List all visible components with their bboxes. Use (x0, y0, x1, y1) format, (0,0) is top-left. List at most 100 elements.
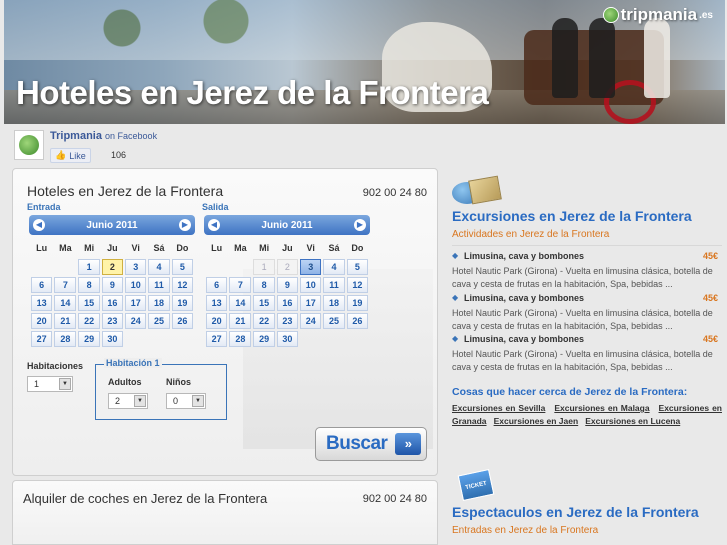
calendar-day[interactable]: 23 (276, 313, 299, 329)
calendar-day[interactable]: 2 (101, 259, 124, 275)
calendar-day[interactable]: 7 (54, 277, 77, 293)
calendar-day[interactable]: 9 (101, 277, 124, 293)
nearby-link[interactable]: Excursiones en Jaen (494, 416, 579, 426)
facebook-avatar[interactable] (14, 130, 44, 160)
calendar-day[interactable]: 1 (78, 259, 100, 275)
excursion-item[interactable]: Limusina, cava y bombones 45€ Hotel Naut… (452, 334, 722, 374)
calendar-day: 2 (276, 259, 299, 275)
excursion-name[interactable]: Limusina, cava y bombones (452, 293, 722, 303)
calendar-day[interactable]: 10 (300, 277, 322, 293)
calendar-day (54, 259, 76, 275)
excursion-item[interactable]: Limusina, cava y bombones 45€ Hotel Naut… (452, 251, 722, 291)
adults-label: Adultos (108, 377, 142, 387)
calendar-day[interactable]: 13 (31, 295, 53, 311)
calendar-header: ◀ Junio 2011 ▶ (29, 215, 195, 235)
calendar-day[interactable]: 15 (253, 295, 275, 311)
calendar-day[interactable]: 20 (206, 313, 228, 329)
calendar-day[interactable]: 22 (78, 313, 100, 329)
calendar-day[interactable]: 24 (125, 313, 147, 329)
nearby-link[interactable]: Excursiones en Sevilla (452, 403, 545, 413)
calendar-day[interactable]: 11 (148, 277, 170, 293)
calendar-day[interactable]: 17 (125, 295, 147, 311)
calendar-day[interactable]: 9 (276, 277, 299, 293)
dropdown-arrow-icon: ▼ (192, 395, 204, 407)
excursion-item[interactable]: Limusina, cava y bombones 45€ Hotel Naut… (452, 293, 722, 333)
calendar-day[interactable]: 26 (346, 313, 368, 329)
calendar-day[interactable]: 30 (276, 331, 299, 347)
calendar-day[interactable]: 15 (78, 295, 100, 311)
calendar-day[interactable]: 12 (171, 277, 193, 293)
weekday-header: Vi (306, 243, 315, 253)
calendar-day[interactable]: 14 (229, 295, 252, 311)
site-logo[interactable]: tripmania .es (602, 5, 713, 25)
calendar-day[interactable]: 29 (253, 331, 275, 347)
calendar-day[interactable]: 8 (253, 277, 275, 293)
calendar-header: ◀ Junio 2011 ▶ (204, 215, 370, 235)
calendar-day[interactable]: 25 (323, 313, 345, 329)
facebook-page-link[interactable]: Tripmania (50, 130, 102, 142)
like-count: 106 (111, 150, 127, 160)
calendar-day[interactable]: 22 (253, 313, 275, 329)
nearby-link[interactable]: Excursiones en Lucena (585, 416, 680, 426)
excursion-name[interactable]: Limusina, cava y bombones (452, 334, 722, 344)
calendar-day[interactable]: 19 (346, 295, 368, 311)
calendar-day[interactable]: 21 (54, 313, 77, 329)
calendar-day[interactable]: 5 (171, 259, 193, 275)
calendar-day[interactable]: 4 (148, 259, 170, 275)
shows-title[interactable]: Espectaculos en Jerez de la Frontera (452, 504, 699, 520)
calendar-day[interactable]: 17 (300, 295, 322, 311)
next-month-icon[interactable]: ▶ (354, 219, 366, 231)
calendar-day[interactable]: 28 (54, 331, 77, 347)
nearby-links: Excursiones en Sevilla Excursiones en Ma… (452, 402, 722, 428)
page-title: Hoteles en Jerez de la Frontera (16, 74, 489, 111)
weekday-header: Sá (153, 243, 165, 253)
calendar-day[interactable]: 12 (346, 277, 368, 293)
calendar-day[interactable]: 19 (171, 295, 193, 311)
excursions-title[interactable]: Excursiones en Jerez de la Frontera (452, 208, 692, 224)
calendar-day[interactable]: 3 (125, 259, 147, 275)
calendar-day[interactable]: 24 (300, 313, 322, 329)
children-select[interactable]: 0 ▼ (166, 393, 206, 409)
calendar-day[interactable]: 20 (31, 313, 53, 329)
adults-select[interactable]: 2 ▼ (108, 393, 148, 409)
excursion-description: Hotel Nautic Park (Girona) - Vuelta en l… (452, 308, 713, 331)
excursions-subtitle[interactable]: Actividades en Jerez de la Frontera (452, 229, 609, 240)
calendar-day[interactable]: 13 (206, 295, 228, 311)
calendar-day[interactable]: 30 (101, 331, 124, 347)
calendar-day[interactable]: 18 (148, 295, 170, 311)
calendar-day[interactable]: 23 (101, 313, 124, 329)
calendar-day[interactable]: 14 (54, 295, 77, 311)
calendar-month: Junio 2011 (86, 219, 138, 231)
calendar-day[interactable]: 8 (78, 277, 100, 293)
excursion-name[interactable]: Limusina, cava y bombones (452, 251, 722, 261)
car-rental-phone: 902 00 24 80 (362, 493, 427, 505)
calendar-day[interactable]: 27 (206, 331, 228, 347)
shows-subtitle[interactable]: Entradas en Jerez de la Frontera (452, 525, 598, 536)
nearby-link[interactable]: Excursiones en Malaga (554, 403, 649, 413)
search-button[interactable]: Buscar » (315, 427, 427, 461)
calendar-day[interactable]: 3 (300, 259, 322, 275)
calendar-day[interactable]: 27 (31, 331, 53, 347)
weekday-row: Lu Ma Mi Ju Vi Sá Do (31, 239, 193, 257)
calendar-day[interactable]: 16 (276, 295, 299, 311)
prev-month-icon[interactable]: ◀ (208, 219, 220, 231)
calendar-day[interactable]: 26 (171, 313, 193, 329)
calendar-day[interactable]: 6 (31, 277, 53, 293)
calendar-day[interactable]: 7 (229, 277, 252, 293)
rooms-select[interactable]: 1 ▼ (27, 376, 73, 392)
next-month-icon[interactable]: ▶ (179, 219, 191, 231)
calendar-day[interactable]: 10 (125, 277, 147, 293)
calendar-day[interactable]: 11 (323, 277, 345, 293)
calendar-day[interactable]: 25 (148, 313, 170, 329)
calendar-day[interactable]: 28 (229, 331, 252, 347)
calendar-day[interactable]: 21 (229, 313, 252, 329)
calendar-day[interactable]: 18 (323, 295, 345, 311)
calendar-day[interactable]: 29 (78, 331, 100, 347)
facebook-like-button[interactable]: 👍 Like (50, 148, 91, 163)
calendar-day[interactable]: 4 (323, 259, 345, 275)
calendar-day[interactable]: 6 (206, 277, 228, 293)
prev-month-icon[interactable]: ◀ (33, 219, 45, 231)
calendar-day[interactable]: 5 (346, 259, 368, 275)
calendar-day[interactable]: 16 (101, 295, 124, 311)
globe-icon (19, 135, 39, 155)
